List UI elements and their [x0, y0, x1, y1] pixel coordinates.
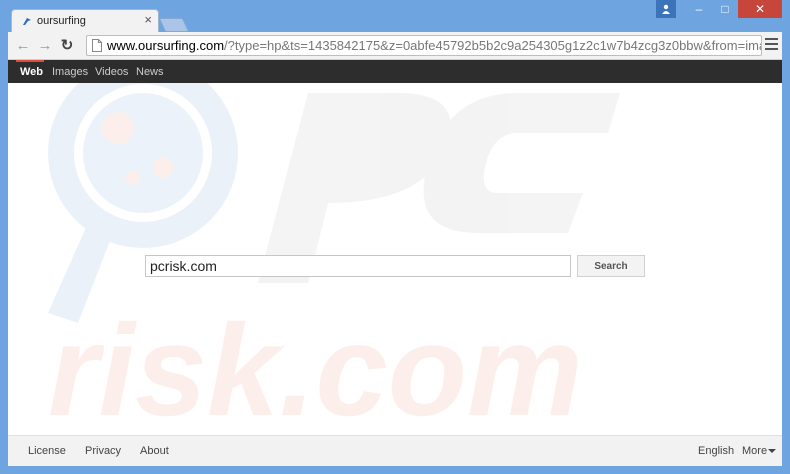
close-window-button[interactable]: ✕ [738, 0, 782, 18]
active-tab-indicator [16, 60, 44, 62]
menu-icon[interactable] [765, 38, 778, 52]
new-tab-button[interactable] [158, 18, 190, 32]
browser-tab[interactable]: oursurfing × [11, 9, 159, 33]
nav-news[interactable]: News [136, 66, 164, 78]
url-text: www.oursurfing.com/?type=hp&ts=143584217… [107, 38, 762, 53]
title-bar: oursurfing × – □ ✕ [0, 0, 790, 33]
browser-toolbar: ← → ↻ www.oursurfing.com/?type=hp&ts=143… [8, 32, 782, 60]
footer-language-link[interactable]: English [698, 445, 734, 457]
profile-icon[interactable] [656, 0, 676, 18]
tab-close-icon[interactable]: × [144, 13, 152, 27]
window-controls: – □ ✕ [656, 0, 782, 18]
maximize-button[interactable]: □ [712, 0, 738, 18]
nav-web[interactable]: Web [20, 66, 43, 78]
footer-about-link[interactable]: About [140, 445, 169, 457]
browser-window: oursurfing × – □ ✕ ← → ↻ www.oursurfing.… [0, 0, 790, 474]
oursurfing-favicon-icon [23, 18, 31, 25]
back-button[interactable]: ← [14, 37, 32, 55]
minimize-button[interactable]: – [686, 0, 712, 18]
search-input[interactable] [145, 255, 571, 277]
reload-button[interactable]: ↻ [58, 37, 76, 55]
page-content: risk.com Search [8, 83, 782, 435]
forward-button[interactable]: → [36, 37, 54, 55]
page-footer: License Privacy About English More [8, 435, 782, 466]
nav-videos[interactable]: Videos [95, 66, 128, 78]
search-button[interactable]: Search [577, 255, 645, 277]
footer-more-link[interactable]: More [742, 445, 767, 457]
svg-text:risk.com: risk.com [48, 297, 583, 435]
address-bar[interactable]: www.oursurfing.com/?type=hp&ts=143584217… [86, 35, 762, 56]
chevron-down-icon [768, 449, 776, 453]
search-type-navbar: Web Images Videos News [8, 60, 782, 83]
footer-privacy-link[interactable]: Privacy [85, 445, 121, 457]
footer-license-link[interactable]: License [28, 445, 66, 457]
tab-title: oursurfing [37, 15, 86, 27]
url-query: /?type=hp&ts=1435842175&z=0abfe45792b5b2… [224, 38, 762, 53]
window-bottom-border [0, 466, 790, 474]
nav-images[interactable]: Images [52, 66, 88, 78]
url-host: www.oursurfing.com [107, 38, 225, 53]
page-icon [92, 39, 102, 52]
